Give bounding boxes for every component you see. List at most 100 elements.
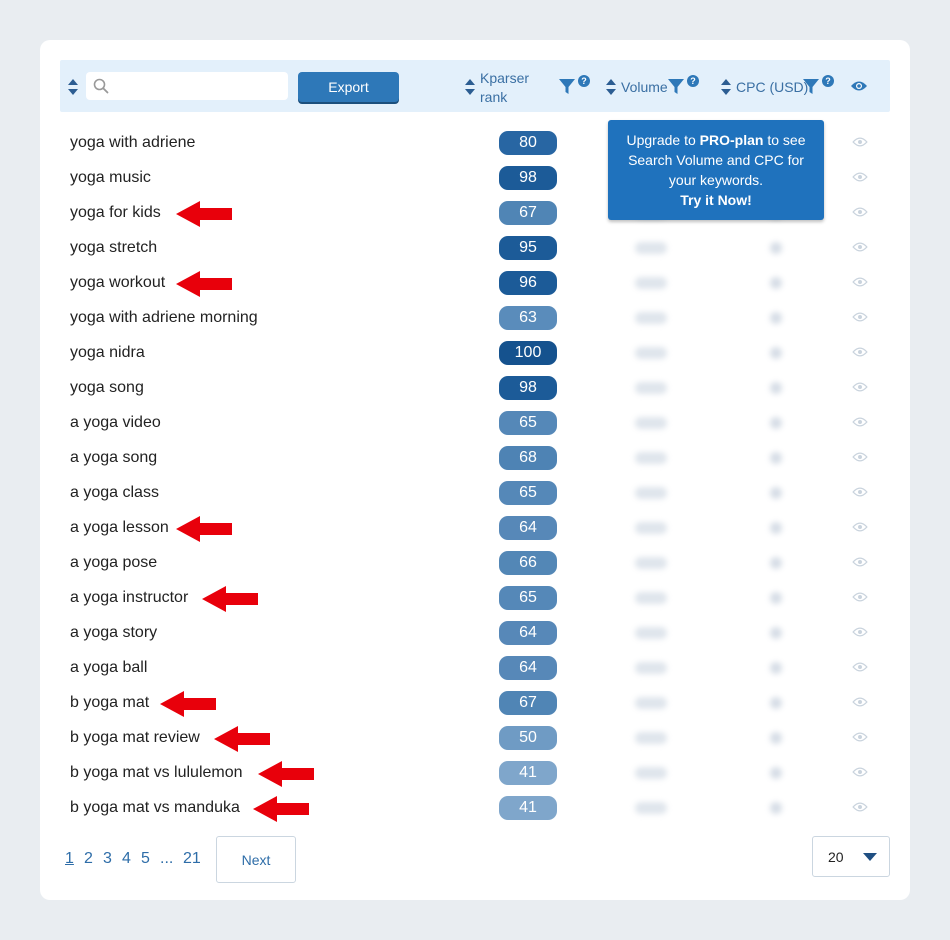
eye-icon[interactable] (852, 171, 868, 183)
upgrade-promo-box[interactable]: Upgrade to PRO-plan to see Search Volume… (608, 120, 824, 220)
blurred-cpc (770, 452, 782, 464)
table-row[interactable]: a yoga lesson 64 (70, 512, 890, 547)
table-row[interactable]: yoga nidra 100 (70, 337, 890, 372)
keyword-text[interactable]: yoga for kids (70, 204, 161, 222)
blurred-volume (635, 697, 667, 709)
export-button[interactable]: Export (298, 72, 399, 102)
volume-help-icon[interactable]: ? (687, 75, 699, 87)
upgrade-cta-link[interactable]: Try it Now! (608, 190, 824, 210)
eye-icon[interactable] (852, 206, 868, 218)
keyword-text[interactable]: yoga song (70, 379, 144, 397)
eye-icon[interactable] (852, 381, 868, 393)
keyword-text[interactable]: a yoga lesson (70, 519, 169, 537)
eye-icon[interactable] (852, 801, 868, 813)
table-row[interactable]: a yoga instructor 65 (70, 582, 890, 617)
eye-icon[interactable] (852, 241, 868, 253)
keyword-text[interactable]: yoga workout (70, 274, 165, 292)
search-input[interactable] (114, 72, 286, 102)
cpc-help-icon[interactable]: ? (822, 75, 834, 87)
keyword-text[interactable]: yoga with adriene (70, 134, 195, 152)
table-row[interactable]: b yoga mat vs lululemon 41 (70, 757, 890, 792)
keyword-text[interactable]: a yoga song (70, 449, 157, 467)
keyword-text[interactable]: a yoga story (70, 624, 157, 642)
keyword-text[interactable]: b yoga mat vs lululemon (70, 764, 243, 782)
page-link-2[interactable]: 2 (84, 850, 93, 868)
rank-badge: 65 (499, 586, 557, 610)
search-icon (93, 78, 109, 94)
sort-volume-icon[interactable] (606, 79, 616, 95)
eye-icon[interactable] (852, 626, 868, 638)
keyword-text[interactable]: a yoga pose (70, 554, 157, 572)
rank-filter-icon[interactable] (558, 78, 576, 96)
eye-icon[interactable] (852, 591, 868, 603)
table-row[interactable]: yoga workout 96 (70, 267, 890, 302)
cpc-column-header[interactable]: CPC (USD) (736, 79, 808, 95)
eye-icon[interactable] (852, 136, 868, 148)
page-link-21[interactable]: 21 (183, 850, 201, 868)
sort-keyword-icon[interactable] (68, 79, 78, 95)
eye-icon[interactable] (852, 451, 868, 463)
red-arrow-icon (176, 516, 232, 542)
next-page-button[interactable]: Next (216, 836, 296, 883)
table-row[interactable]: yoga stretch 95 (70, 232, 890, 267)
eye-icon[interactable] (852, 311, 868, 323)
page-link-4[interactable]: 4 (122, 850, 131, 868)
page-link-5[interactable]: 5 (141, 850, 150, 868)
table-row[interactable]: b yoga mat vs manduka 41 (70, 792, 890, 827)
red-arrow-icon (160, 691, 216, 717)
per-page-select[interactable]: 20 (812, 836, 890, 877)
keyword-text[interactable]: yoga music (70, 169, 151, 187)
eye-icon[interactable] (850, 79, 868, 93)
volume-column-header[interactable]: Volume (621, 79, 668, 95)
blurred-volume (635, 522, 667, 534)
keyword-text[interactable]: yoga nidra (70, 344, 145, 362)
table-row[interactable]: b yoga mat 67 (70, 687, 890, 722)
blurred-cpc (770, 417, 782, 429)
cpc-filter-icon[interactable] (802, 78, 820, 96)
keyword-text[interactable]: yoga stretch (70, 239, 157, 257)
eye-icon[interactable] (852, 696, 868, 708)
keyword-text[interactable]: a yoga instructor (70, 589, 188, 607)
eye-icon[interactable] (852, 521, 868, 533)
rank-help-icon[interactable]: ? (578, 75, 590, 87)
rank-badge: 50 (499, 726, 557, 750)
blurred-volume (635, 767, 667, 779)
rank-badge: 64 (499, 656, 557, 680)
keyword-text[interactable]: a yoga ball (70, 659, 147, 677)
blurred-volume (635, 382, 667, 394)
page-link-1[interactable]: 1 (65, 850, 74, 868)
keyword-text[interactable]: a yoga video (70, 414, 161, 432)
keyword-text[interactable]: b yoga mat review (70, 729, 200, 747)
keyword-text[interactable]: yoga with adriene morning (70, 309, 258, 327)
eye-icon[interactable] (852, 766, 868, 778)
eye-icon[interactable] (852, 661, 868, 673)
table-row[interactable]: a yoga video 65 (70, 407, 890, 442)
blurred-cpc (770, 732, 782, 744)
eye-icon[interactable] (852, 486, 868, 498)
table-row[interactable]: a yoga ball 64 (70, 652, 890, 687)
table-row[interactable]: a yoga song 68 (70, 442, 890, 477)
table-row[interactable]: a yoga pose 66 (70, 547, 890, 582)
sort-rank-icon[interactable] (465, 79, 475, 95)
page-link-3[interactable]: 3 (103, 850, 112, 868)
volume-filter-icon[interactable] (667, 78, 685, 96)
table-row[interactable]: b yoga mat review 50 (70, 722, 890, 757)
keyword-text[interactable]: b yoga mat (70, 694, 149, 712)
search-field[interactable] (86, 72, 288, 102)
keyword-text[interactable]: b yoga mat vs manduka (70, 799, 240, 817)
rank-badge: 65 (499, 481, 557, 505)
blurred-cpc (770, 627, 782, 639)
sort-cpc-icon[interactable] (721, 79, 731, 95)
eye-icon[interactable] (852, 276, 868, 288)
table-row[interactable]: yoga with adriene morning 63 (70, 302, 890, 337)
blurred-cpc (770, 697, 782, 709)
table-row[interactable]: a yoga story 64 (70, 617, 890, 652)
keyword-text[interactable]: a yoga class (70, 484, 159, 502)
table-row[interactable]: yoga song 98 (70, 372, 890, 407)
eye-icon[interactable] (852, 731, 868, 743)
table-row[interactable]: a yoga class 65 (70, 477, 890, 512)
eye-icon[interactable] (852, 556, 868, 568)
rank-column-header[interactable]: Kparser rank (480, 69, 529, 107)
eye-icon[interactable] (852, 346, 868, 358)
eye-icon[interactable] (852, 416, 868, 428)
